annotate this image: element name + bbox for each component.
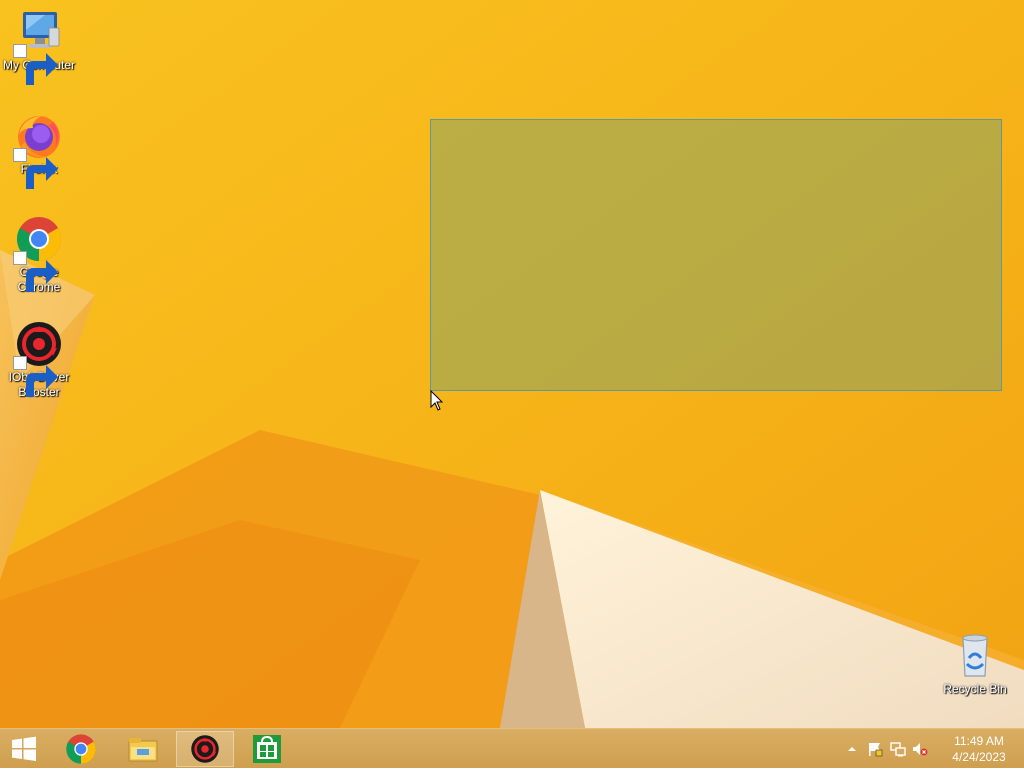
desktop[interactable]: My Computer Firefox bbox=[0, 0, 1024, 728]
desktop-icon-firefox[interactable]: Firefox bbox=[0, 112, 78, 189]
start-button[interactable] bbox=[0, 731, 48, 767]
taskbar-clock[interactable]: 11:49 AM 4/24/2023 bbox=[944, 733, 1014, 765]
show-hidden-icons-chevron[interactable] bbox=[844, 741, 860, 757]
desktop-icon-google-chrome[interactable]: Google Chrome bbox=[0, 215, 78, 295]
desktop-icon-my-computer[interactable]: My Computer bbox=[0, 8, 78, 85]
desktop-icon-recycle-bin[interactable]: Recycle Bin bbox=[936, 632, 1014, 697]
chrome-icon bbox=[13, 215, 63, 292]
desktop-icon-iobit-driver-booster[interactable]: IObit Driver Booster bbox=[0, 320, 78, 400]
taskbar-store-button[interactable] bbox=[238, 731, 296, 767]
taskbar-file-explorer-button[interactable] bbox=[114, 731, 172, 767]
taskbar: 11:49 AM 4/24/2023 bbox=[0, 728, 1024, 768]
driver-booster-icon bbox=[13, 320, 63, 397]
shortcut-arrow-icon bbox=[13, 44, 58, 85]
action-center-flag-icon[interactable] bbox=[867, 741, 883, 757]
taskbar-chrome-button[interactable] bbox=[52, 731, 110, 767]
chrome-icon bbox=[66, 734, 96, 764]
recycle-bin-icon bbox=[951, 632, 999, 680]
firefox-icon bbox=[13, 112, 63, 189]
shortcut-arrow-icon bbox=[13, 356, 58, 397]
windows-start-icon bbox=[12, 736, 36, 761]
computer-icon bbox=[13, 8, 63, 85]
clock-date: 4/24/2023 bbox=[952, 750, 1006, 764]
selection-rectangle bbox=[430, 119, 1002, 391]
system-tray: 11:49 AM 4/24/2023 bbox=[834, 729, 1024, 769]
network-icon[interactable] bbox=[890, 741, 906, 757]
shortcut-arrow-icon bbox=[13, 148, 58, 189]
clock-time: 11:49 AM bbox=[954, 734, 1004, 748]
mouse-cursor-icon bbox=[430, 390, 444, 411]
desktop-icon-label: Recycle Bin bbox=[943, 682, 1007, 696]
store-icon bbox=[253, 735, 281, 763]
taskbar-driver-booster-button[interactable] bbox=[176, 731, 234, 767]
driver-booster-icon bbox=[191, 735, 219, 763]
shortcut-arrow-icon bbox=[13, 251, 58, 292]
file-explorer-icon bbox=[128, 738, 158, 762]
volume-muted-icon[interactable] bbox=[912, 741, 928, 757]
